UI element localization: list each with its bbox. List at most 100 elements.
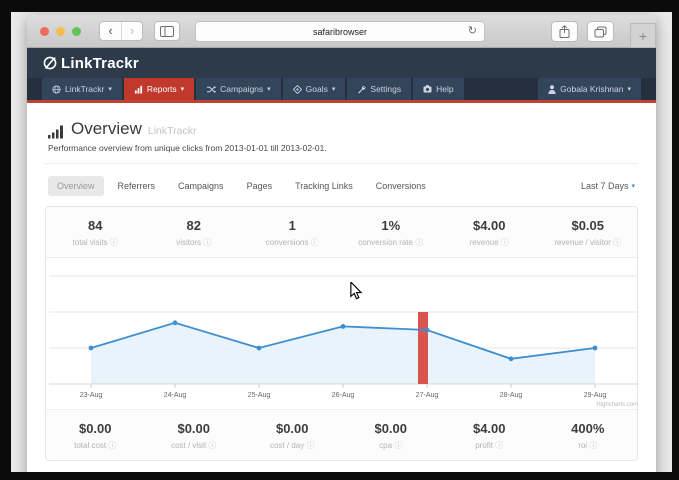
page-title-block: Overview LinkTrackr Performance overview… <box>45 103 638 164</box>
wrench-icon <box>357 85 366 94</box>
page-subtitle: Performance overview from unique clicks … <box>48 143 635 153</box>
stat-label: conversions <box>266 238 309 247</box>
nav-item-campaigns[interactable]: Campaigns ▾ <box>196 78 281 100</box>
info-icon[interactable]: ⓘ <box>589 441 597 450</box>
stats-row-bottom: $0.00 total cost ⓘ $0.00 cost / visit ⓘ … <box>46 410 637 460</box>
tab-campaigns[interactable]: Campaigns <box>169 176 233 196</box>
stat-value: $0.00 <box>145 421 244 436</box>
stat-cpa: $0.00 cpa ⓘ <box>342 421 441 451</box>
nav-item-goals[interactable]: Goals ▾ <box>283 78 346 100</box>
stat-visitors: 82 visitors ⓘ <box>145 218 244 248</box>
stat-value: 1 <box>243 218 342 233</box>
target-icon <box>293 85 302 94</box>
stat-revenue-per-visitor: $0.05 revenue / visitor ⓘ <box>539 218 638 248</box>
close-window-button[interactable] <box>40 27 49 36</box>
date-range-label: Last 7 Days <box>581 181 629 191</box>
info-icon[interactable]: ⓘ <box>203 238 211 247</box>
traffic-lights <box>40 27 81 36</box>
minimize-window-button[interactable] <box>56 27 65 36</box>
fullscreen-window-button[interactable] <box>72 27 81 36</box>
stat-value: $4.00 <box>440 218 539 233</box>
svg-text:28-Aug: 28-Aug <box>500 392 523 399</box>
stat-label: cpa <box>379 441 392 450</box>
nav-item-help[interactable]: Help <box>413 78 463 100</box>
globe-icon <box>52 85 61 94</box>
desktop-background: ‹ › safaribrowser ↻ <box>11 12 672 472</box>
sidebar-toggle-button[interactable] <box>154 21 180 41</box>
stat-value: $0.00 <box>243 421 342 436</box>
info-icon[interactable]: ⓘ <box>110 238 118 247</box>
info-icon[interactable]: ⓘ <box>108 441 116 450</box>
info-icon[interactable]: ⓘ <box>311 238 319 247</box>
date-range-dropdown[interactable]: Last 7 Days ▾ <box>581 181 635 191</box>
report-tabs: Overview Referrers Campaigns Pages Track… <box>45 164 638 206</box>
stat-label: total visits <box>73 238 108 247</box>
tabs-icon <box>594 26 607 38</box>
app-logo[interactable]: LinkTrackr <box>42 55 139 72</box>
visits-chart[interactable]: 23-Aug24-Aug25-Aug26-Aug27-Aug28-Aug29-A… <box>46 257 637 410</box>
stat-label: revenue <box>470 238 499 247</box>
camera-icon <box>423 85 432 93</box>
page-title: Overview <box>71 119 142 139</box>
tab-referrers[interactable]: Referrers <box>109 176 165 196</box>
nav-item-settings[interactable]: Settings <box>347 78 411 100</box>
tab-tracking-links[interactable]: Tracking Links <box>286 176 362 196</box>
caret-down-icon: ▾ <box>332 85 336 93</box>
user-name: Gobala Krishnan <box>560 84 623 94</box>
user-menu[interactable]: Gobala Krishnan ▾ <box>538 78 641 100</box>
nav-item-reports[interactable]: Reports ▾ <box>124 78 194 100</box>
caret-down-icon: ▾ <box>631 182 635 190</box>
tab-overview[interactable]: Overview <box>48 176 104 196</box>
info-icon[interactable]: ⓘ <box>613 238 621 247</box>
show-tabs-button[interactable] <box>587 21 614 42</box>
info-icon[interactable]: ⓘ <box>394 441 402 450</box>
stat-value: 82 <box>145 218 244 233</box>
stat-label: cost / day <box>270 441 304 450</box>
forward-button[interactable]: › <box>121 22 142 40</box>
browser-window: ‹ › safaribrowser ↻ <box>27 15 656 472</box>
stat-label: conversion rate <box>358 238 413 247</box>
info-icon[interactable]: ⓘ <box>306 441 314 450</box>
history-nav: ‹ › <box>99 21 143 41</box>
caret-down-icon: ▾ <box>108 85 112 93</box>
tab-pages[interactable]: Pages <box>238 176 282 196</box>
nav-label: Reports <box>147 84 177 94</box>
stat-conversion-rate: 1% conversion rate ⓘ <box>342 218 441 248</box>
linktrackr-logo-icon <box>42 55 58 71</box>
share-icon <box>559 25 570 38</box>
stat-revenue: $4.00 revenue ⓘ <box>440 218 539 248</box>
svg-text:29-Aug: 29-Aug <box>584 392 607 399</box>
new-tab-button[interactable]: + <box>630 23 656 48</box>
stat-value: $4.00 <box>440 421 539 436</box>
sidebar-icon <box>160 26 174 37</box>
tab-conversions[interactable]: Conversions <box>367 176 435 196</box>
share-button[interactable] <box>551 21 578 42</box>
nav-label: LinkTrackr <box>65 84 104 94</box>
back-button[interactable]: ‹ <box>100 22 121 40</box>
info-icon[interactable]: ⓘ <box>415 238 423 247</box>
browser-toolbar: ‹ › safaribrowser ↻ <box>27 15 656 48</box>
stat-label: revenue / visitor <box>554 238 610 247</box>
page-title-suffix: LinkTrackr <box>148 125 197 137</box>
stat-label: cost / visit <box>171 441 206 450</box>
info-icon[interactable]: ⓘ <box>495 441 503 450</box>
app-header: LinkTrackr <box>27 48 656 78</box>
stat-profit: $4.00 profit ⓘ <box>440 421 539 451</box>
caret-down-icon: ▾ <box>267 85 271 93</box>
caret-down-icon: ▾ <box>627 85 631 93</box>
address-bar[interactable]: safaribrowser ↻ <box>195 21 485 42</box>
svg-text:Highcharts.com: Highcharts.com <box>596 402 638 408</box>
bar-chart-icon <box>134 85 143 94</box>
stat-value: $0.05 <box>539 218 638 233</box>
stat-label: total cost <box>74 441 106 450</box>
info-icon[interactable]: ⓘ <box>208 441 216 450</box>
reload-icon[interactable]: ↻ <box>468 24 477 37</box>
nav-label: Help <box>436 84 453 94</box>
svg-text:23-Aug: 23-Aug <box>80 392 103 399</box>
nav-item-linktrackr[interactable]: LinkTrackr ▾ <box>42 78 122 100</box>
stat-label: profit <box>475 441 493 450</box>
info-icon[interactable]: ⓘ <box>501 238 509 247</box>
nav-label: Settings <box>370 84 401 94</box>
bar-chart-icon <box>48 125 65 139</box>
stat-value: 1% <box>342 218 441 233</box>
